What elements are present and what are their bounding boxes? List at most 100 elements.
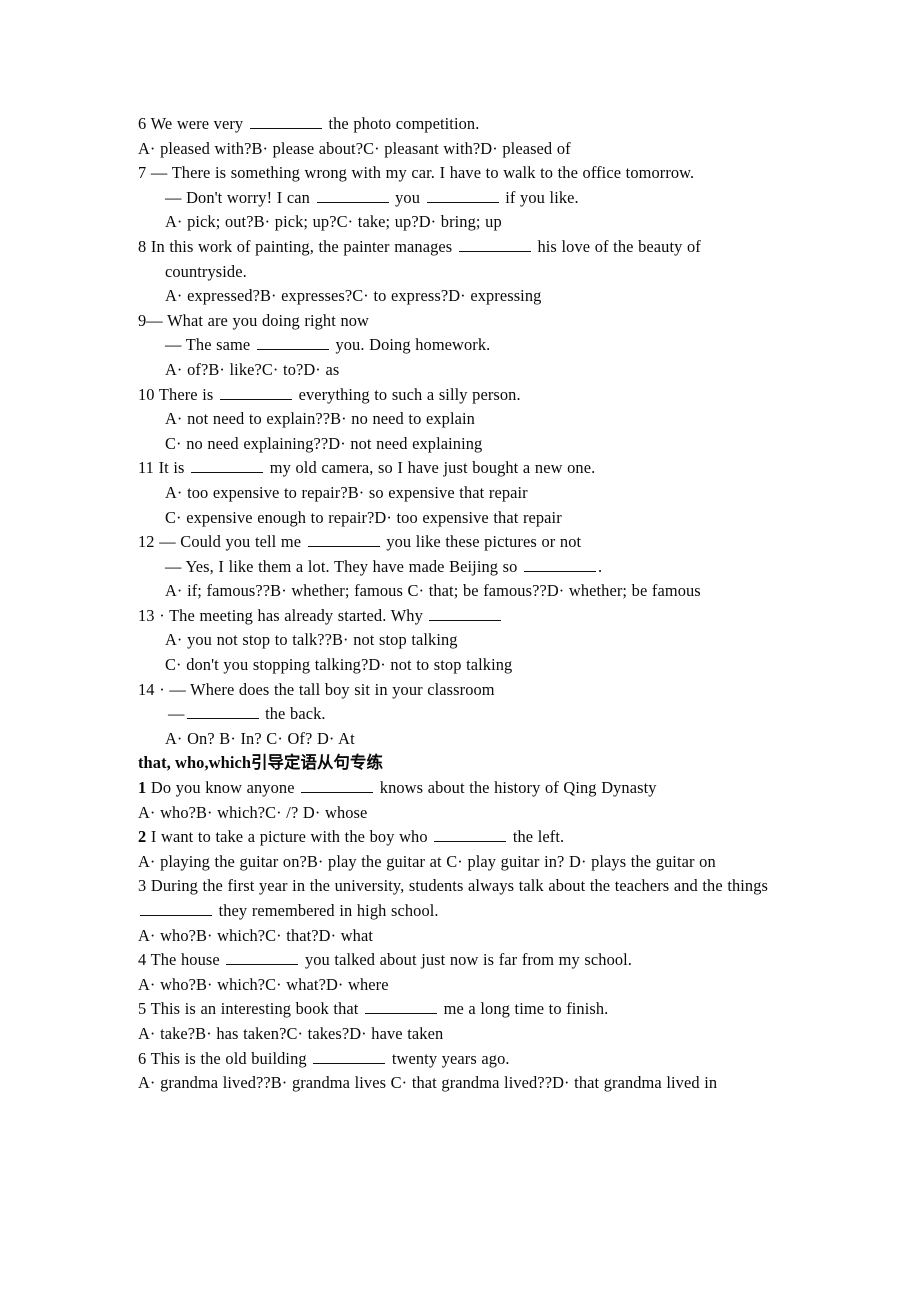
question-7-line1: 7 — There is something wrong with my car… (138, 161, 783, 186)
answer-blank[interactable] (219, 383, 292, 400)
question-8-stem-before: In this work of painting, the painter ma… (150, 236, 453, 256)
s2-question-5-stem-after: me a long time to finish. (443, 999, 609, 1019)
s2-question-5-stem-before: This is an interesting book that (150, 999, 359, 1019)
question-12-number: 12 (138, 532, 155, 552)
answer-blank[interactable] (226, 949, 299, 966)
question-14-line2: — the back. (168, 702, 783, 727)
question-12-options[interactable]: A· if; famous??B· whether; famous C· tha… (165, 579, 783, 604)
question-14-dialogue-b-after: the back. (265, 704, 326, 724)
s2-question-1-number: 1 (138, 778, 147, 798)
answer-blank[interactable] (429, 605, 502, 621)
s2-question-1-options[interactable]: A· who?B· which?C· /? D· whose (138, 801, 783, 826)
s2-question-1-stem-after: knows about the history of Qing Dynasty (379, 778, 657, 798)
question-14-dialogue-a: · — Where does the tall boy sit in your … (159, 679, 495, 699)
s2-question-6-options[interactable]: A· grandma lived??B· grandma lives C· th… (138, 1071, 783, 1096)
question-12-line2: — Yes, I like them a lot. They have made… (165, 555, 783, 580)
question-12-line1: 12 — Could you tell me you like these pi… (138, 530, 783, 555)
answer-blank[interactable] (256, 334, 329, 351)
answer-blank[interactable] (140, 900, 212, 916)
question-6-stem-before: We were very (150, 114, 244, 133)
question-10-number: 10 (138, 384, 155, 404)
section-two-heading: that, who,which引导定语从句专练 (138, 753, 383, 773)
s2-question-2-number: 2 (138, 827, 147, 847)
s2-question-2-stem: 2 I want to take a picture with the boy … (138, 825, 783, 850)
answer-blank[interactable] (301, 777, 374, 794)
answer-blank[interactable] (186, 703, 259, 720)
question-11-number: 11 (138, 458, 154, 478)
question-14-number: 14 (138, 679, 155, 699)
question-13-options-ab[interactable]: A· you not stop to talk??B· not stop tal… (165, 628, 783, 653)
s2-question-4-stem-after: you talked about just now is far from my… (304, 950, 633, 970)
question-11-stem-before: It is (158, 458, 185, 478)
s2-question-6-number: 6 (138, 1048, 147, 1068)
question-11-stem: 11 It is my old camera, so I have just b… (138, 456, 783, 481)
answer-blank[interactable] (316, 187, 389, 203)
question-7-number: 7 (138, 163, 147, 183)
s2-question-6-stem: 6 This is the old building twenty years … (138, 1047, 783, 1072)
answer-blank[interactable] (365, 998, 437, 1015)
question-10-options-cd[interactable]: C· no need explaining??D· not need expla… (165, 432, 783, 457)
question-7-dialogue-b-after: if you like. (505, 187, 579, 207)
s2-question-4-number: 4 (138, 950, 147, 970)
s2-question-4-stem: 4 The house you talked about just now is… (138, 948, 783, 973)
question-13-stem: 13 · The meeting has already started. Wh… (138, 604, 783, 629)
question-8-options[interactable]: A· expressed?B· expresses?C· to express?… (165, 284, 783, 309)
question-14-options[interactable]: A· On? B· In? C· Of? D· At (165, 727, 783, 752)
s2-question-5-stem: 5 This is an interesting book that me a … (138, 997, 783, 1022)
question-9-line1: 9— What are you doing right now (138, 309, 783, 334)
question-9-dialogue-a: — What are you doing right now (146, 310, 369, 330)
s2-question-5-options[interactable]: A· take?B· has taken?C· takes?D· have ta… (138, 1022, 783, 1047)
s2-question-6-stem-after: twenty years ago. (391, 1048, 510, 1068)
s2-question-4-options[interactable]: A· who?B· which?C· what?D· where (138, 973, 783, 998)
question-14-dialogue-b-before: — (168, 704, 185, 724)
s2-question-2-stem-after: the left. (512, 827, 565, 847)
answer-blank[interactable] (524, 556, 597, 572)
answer-blank[interactable] (458, 236, 531, 252)
question-11-options-cd[interactable]: C· expensive enough to repair?D· too exp… (165, 506, 783, 531)
answer-blank[interactable] (426, 187, 499, 203)
answer-blank[interactable] (191, 457, 264, 474)
s2-question-2-stem-before: I want to take a picture with the boy wh… (150, 827, 428, 847)
s2-question-3-options[interactable]: A· who?B· which?C· that?D· what (138, 924, 783, 949)
question-6-number: 6 (138, 114, 147, 133)
question-6-stem-after: the photo competition. (328, 114, 480, 133)
question-9-dialogue-b-after: you. Doing homework. (335, 335, 491, 355)
s2-question-2-options[interactable]: A· playing the guitar on?B· play the gui… (138, 850, 783, 875)
s2-question-6-stem-before: This is the old building (150, 1048, 307, 1068)
s2-question-3-number: 3 (138, 876, 147, 896)
question-13-stem-before: · The meeting has already started. Why (159, 605, 423, 625)
question-12-dialogue-b-before: — Yes, I like them a lot. They have made… (165, 556, 518, 576)
question-9-options[interactable]: A· of?B· like?C· to?D· as (165, 358, 783, 383)
question-6-options[interactable]: A· pleased with?B· please about?C· pleas… (138, 137, 783, 162)
question-7-line2: — Don't worry! I can you if you like. (165, 186, 783, 211)
answer-blank[interactable] (313, 1047, 386, 1064)
question-7-dialogue-b-before: — Don't worry! I can (165, 187, 310, 207)
question-10-stem-before: There is (158, 384, 214, 404)
question-13-options-cd[interactable]: C· don't you stopping talking?D· not to … (165, 653, 783, 678)
question-8-stem: 8 In this work of painting, the painter … (138, 235, 783, 284)
answer-blank[interactable] (434, 826, 507, 843)
s2-question-3-stem-before: During the first year in the university,… (150, 876, 769, 896)
s2-question-3-stem-after: they remembered in high school. (218, 901, 439, 920)
s2-question-5-number: 5 (138, 999, 147, 1019)
question-10-stem-after: everything to such a silly person. (298, 384, 521, 404)
answer-blank[interactable] (307, 531, 380, 548)
question-10-stem: 10 There is everything to such a silly p… (138, 383, 783, 408)
section-two: that, who,which引导定语从句专练 1 Do you know an… (138, 751, 783, 1095)
question-12-dialogue-a-after: you like these pictures or not (386, 532, 582, 552)
question-13-number: 13 (138, 605, 155, 625)
s2-question-1-stem: 1 Do you know anyone knows about the his… (138, 776, 783, 801)
answer-blank[interactable] (249, 113, 322, 129)
question-11-options-ab[interactable]: A· too expensive to repair?B· so expensi… (165, 481, 783, 506)
worksheet-page: 6 We were very the photo competition. A·… (138, 112, 783, 1096)
question-8-number: 8 (138, 236, 147, 256)
s2-question-4-stem-before: The house (150, 950, 220, 970)
question-7-options[interactable]: A· pick; out?B· pick; up?C· take; up?D· … (165, 210, 783, 235)
question-10-options-ab[interactable]: A· not need to explain??B· no need to ex… (165, 407, 783, 432)
question-12-dialogue-b-after: . (598, 556, 603, 576)
question-14-line1: 14 · — Where does the tall boy sit in yo… (138, 678, 783, 703)
question-7-dialogue-a: — There is something wrong with my car. … (150, 163, 695, 183)
question-12-dialogue-a-before: — Could you tell me (159, 532, 302, 552)
question-9-dialogue-b-before: — The same (165, 335, 251, 355)
s2-question-1-stem-before: Do you know anyone (150, 778, 295, 798)
